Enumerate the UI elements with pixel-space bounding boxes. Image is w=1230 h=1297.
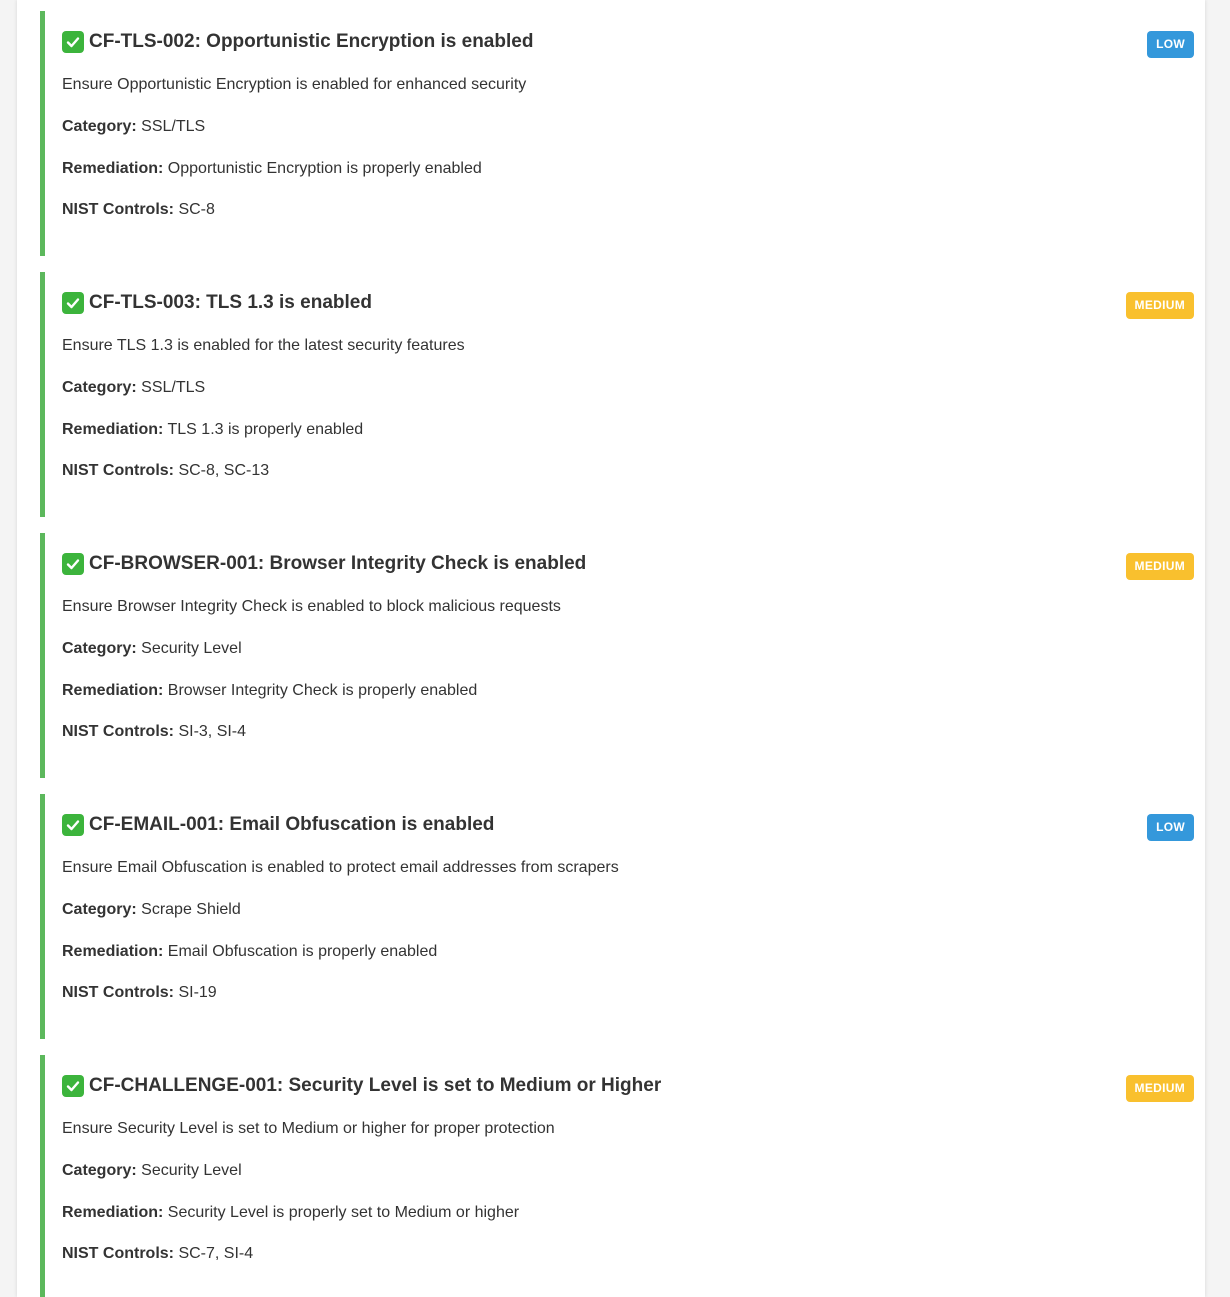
check-header: CF-TLS-003: TLS 1.3 is enabled MEDIUM [62,291,1194,319]
nist-controls-field: NIST Controls: SC-7, SI-4 [62,1244,253,1264]
severity-badge: MEDIUM [1125,1075,1194,1102]
check-description: Ensure Security Level is set to Medium o… [62,1120,555,1137]
check-results-list: CF-TLS-002: Opportunistic Encryption is … [40,11,1194,1297]
check-description: Ensure Browser Integrity Check is enable… [62,598,561,615]
check-title: CF-TLS-003: TLS 1.3 is enabled [89,292,372,313]
severity-badge: MEDIUM [1125,292,1194,319]
category-field: Category: Scrape Shield [62,900,241,920]
remediation-value: Email Obfuscation is properly enabled [167,943,438,960]
remediation-value: Security Level is properly set to Medium… [167,1204,520,1221]
nist-controls-field: NIST Controls: SI-3, SI-4 [62,722,246,742]
check-result-item: CF-CHALLENGE-001: Security Level is set … [40,1055,1194,1297]
check-header: CF-CHALLENGE-001: Security Level is set … [62,1074,1194,1102]
nist-controls-label: NIST Controls: [62,723,174,740]
nist-controls-field: NIST Controls: SC-8 [62,200,215,220]
nist-controls-field: NIST Controls: SC-8, SC-13 [62,461,269,481]
remediation-label: Remediation: [62,421,164,438]
check-result-item: CF-BROWSER-001: Browser Integrity Check … [40,533,1194,778]
remediation-field: Remediation: Security Level is properly … [62,1203,519,1223]
severity-badge: MEDIUM [1125,553,1194,580]
nist-controls-value: SI-19 [178,984,217,1001]
check-title: CF-TLS-002: Opportunistic Encryption is … [89,31,534,52]
check-header: CF-TLS-002: Opportunistic Encryption is … [62,30,1194,58]
check-mark-icon [62,292,84,314]
check-mark-icon [62,814,84,836]
nist-controls-value: SC-7, SI-4 [178,1245,254,1262]
remediation-value: Opportunistic Encryption is properly ena… [167,160,482,177]
nist-controls-label: NIST Controls: [62,1245,174,1262]
check-title: CF-EMAIL-001: Email Obfuscation is enabl… [89,814,495,835]
category-value: SSL/TLS [141,118,206,135]
nist-controls-label: NIST Controls: [62,462,174,479]
remediation-label: Remediation: [62,682,164,699]
check-mark-icon [62,31,84,53]
check-description: Ensure TLS 1.3 is enabled for the latest… [62,337,465,354]
remediation-field: Remediation: TLS 1.3 is properly enabled [62,420,363,440]
category-field: Category: Security Level [62,1161,242,1181]
check-header: CF-BROWSER-001: Browser Integrity Check … [62,552,1194,580]
remediation-field: Remediation: Opportunistic Encryption is… [62,159,482,179]
category-label: Category: [62,118,137,135]
check-mark-icon [62,1075,84,1097]
check-title: CF-BROWSER-001: Browser Integrity Check … [89,553,587,574]
nist-controls-label: NIST Controls: [62,984,174,1001]
remediation-field: Remediation: Browser Integrity Check is … [62,681,477,701]
remediation-label: Remediation: [62,160,164,177]
nist-controls-value: SC-8 [178,201,215,218]
category-field: Category: SSL/TLS [62,378,205,398]
remediation-value: Browser Integrity Check is properly enab… [167,682,478,699]
category-label: Category: [62,901,137,918]
severity-badge: LOW [1147,814,1194,841]
nist-controls-value: SI-3, SI-4 [178,723,247,740]
check-description: Ensure Opportunistic Encryption is enabl… [62,76,527,93]
category-value: SSL/TLS [141,379,206,396]
category-label: Category: [62,379,137,396]
category-label: Category: [62,1162,137,1179]
check-result-item: CF-TLS-003: TLS 1.3 is enabled MEDIUM En… [40,272,1194,517]
check-result-item: CF-EMAIL-001: Email Obfuscation is enabl… [40,794,1194,1039]
check-mark-icon [62,553,84,575]
remediation-field: Remediation: Email Obfuscation is proper… [62,942,437,962]
check-description: Ensure Email Obfuscation is enabled to p… [62,859,619,876]
nist-controls-label: NIST Controls: [62,201,174,218]
results-panel: CF-TLS-002: Opportunistic Encryption is … [17,0,1205,1297]
remediation-value: TLS 1.3 is properly enabled [167,421,364,438]
category-value: Scrape Shield [141,901,241,918]
category-value: Security Level [141,640,242,657]
nist-controls-field: NIST Controls: SI-19 [62,983,217,1003]
check-title: CF-CHALLENGE-001: Security Level is set … [89,1075,662,1096]
nist-controls-value: SC-8, SC-13 [178,462,270,479]
remediation-label: Remediation: [62,1204,164,1221]
category-field: Category: Security Level [62,639,242,659]
remediation-label: Remediation: [62,943,164,960]
check-header: CF-EMAIL-001: Email Obfuscation is enabl… [62,813,1194,841]
severity-badge: LOW [1147,31,1194,58]
check-result-item: CF-TLS-002: Opportunistic Encryption is … [40,11,1194,256]
category-field: Category: SSL/TLS [62,117,205,137]
category-label: Category: [62,640,137,657]
category-value: Security Level [141,1162,242,1179]
